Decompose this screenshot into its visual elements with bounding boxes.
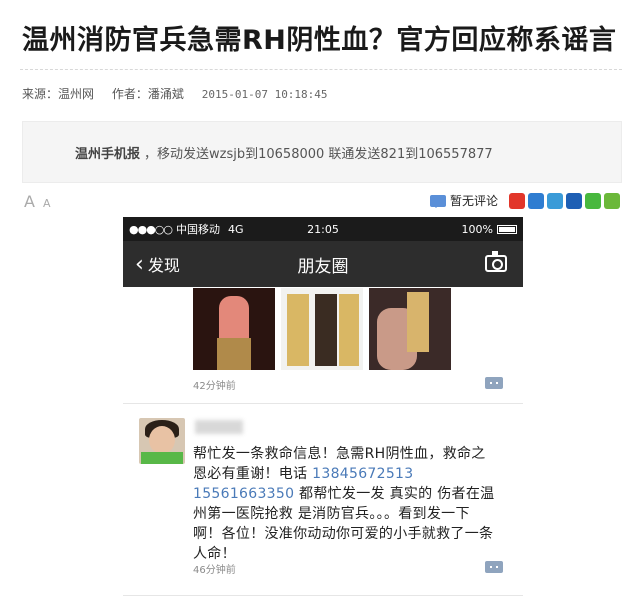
avatar[interactable] [139, 418, 185, 464]
post-text: 帮忙发一条救命信息！急需RH阴性血，救命之恩必有重谢！电话 1384567251… [193, 444, 498, 564]
comment-action-icon[interactable] [485, 377, 503, 389]
post-photos [193, 288, 457, 370]
post-divider [123, 403, 523, 404]
source-info: 来源：温州网 [22, 87, 94, 101]
font-size-controls: AA [24, 192, 50, 211]
wechat-nav-bar: ‹ 发现 朋友圈 [123, 241, 523, 287]
mobile-news-banner: 温州手机报 ，移动发送wzsjb到10658000 联通发送821到106557… [22, 121, 622, 183]
source-link[interactable]: 温州网 [58, 87, 94, 101]
comment-icon[interactable] [429, 194, 446, 208]
article-meta: 来源：温州网 作者：潘涌斌 2015-01-07 10:18:45 [22, 85, 342, 102]
more-share-icon[interactable] [604, 192, 620, 209]
weibo-icon[interactable] [509, 192, 525, 209]
blurred-username [195, 420, 243, 434]
title-divider [20, 69, 622, 70]
lipstick-photo[interactable] [193, 288, 275, 370]
qzone-icon[interactable] [528, 192, 544, 209]
banner-brand[interactable]: 温州手机报 [75, 143, 140, 162]
phone-status-bar: ●●●○○ 中国移动 4G 21:05 100% [123, 217, 523, 241]
post-divider [123, 595, 523, 596]
chevron-left-icon: ‹ [135, 251, 144, 277]
font-size-large-button[interactable]: A [24, 192, 35, 211]
renren-icon[interactable] [566, 192, 582, 209]
author-label: 作者： [111, 87, 148, 101]
share-toolbar: 暂无评论 [429, 192, 620, 209]
wechat-moments-screenshot: ●●●○○ 中国移动 4G 21:05 100% ‹ 发现 朋友圈 42分钟前 … [123, 217, 523, 606]
comment-count-link[interactable]: 暂无评论 [450, 192, 498, 209]
author-info: 作者：潘涌斌 [112, 87, 184, 101]
post-time: 46分钟前 [193, 565, 236, 576]
camera-icon[interactable] [485, 251, 507, 272]
back-button[interactable]: ‹ 发现 [123, 252, 180, 277]
post-time: 42分钟前 [193, 381, 236, 392]
lipstick-hand-photo[interactable] [369, 288, 451, 370]
status-time: 21:05 [307, 222, 339, 236]
phone-number-link[interactable]: 13845672513 [312, 466, 413, 482]
lipstick-boxes-photo[interactable] [281, 288, 363, 370]
author-name: 潘涌斌 [147, 87, 184, 101]
article-title: 温州消防官兵急需RH阴性血？官方回应称系谣言 [22, 25, 617, 56]
battery-icon [497, 224, 517, 234]
font-size-small-button[interactable]: A [43, 197, 51, 210]
source-label: 来源： [22, 87, 59, 101]
phone-number-link[interactable]: 15561663350 [193, 486, 294, 502]
publish-timestamp: 2015-01-07 10:18:45 [201, 88, 328, 101]
back-label: 发现 [147, 256, 180, 275]
tencent-weibo-icon[interactable] [547, 192, 563, 209]
wechat-icon[interactable] [585, 192, 601, 209]
nav-title: 朋友圈 [297, 256, 349, 277]
banner-text: ，移动发送wzsjb到10658000 联通发送821到106557877 [144, 146, 493, 162]
comment-action-icon[interactable] [485, 561, 503, 573]
